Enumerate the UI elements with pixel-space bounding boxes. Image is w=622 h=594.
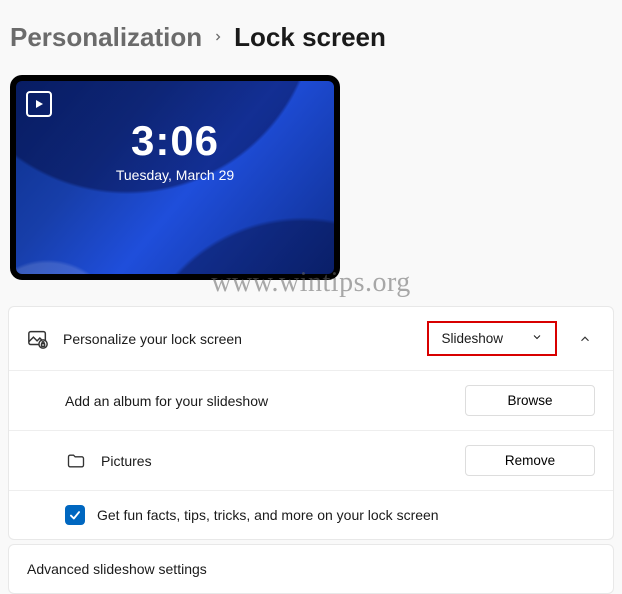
add-album-row: Add an album for your slideshow Browse (9, 370, 613, 430)
page-title: Lock screen (234, 22, 386, 53)
add-album-label: Add an album for your slideshow (65, 393, 451, 409)
lockscreen-preview[interactable]: 3:06 Tuesday, March 29 (10, 75, 340, 280)
browse-button[interactable]: Browse (465, 385, 595, 416)
advanced-slideshow-label: Advanced slideshow settings (27, 561, 595, 577)
breadcrumb-parent[interactable]: Personalization (10, 22, 202, 53)
folder-icon (65, 450, 87, 472)
breadcrumb: Personalization Lock screen (8, 8, 614, 75)
fun-facts-label: Get fun facts, tips, tricks, and more on… (97, 507, 439, 523)
slideshow-play-icon (26, 91, 52, 117)
personalize-row: Personalize your lock screen Slideshow (9, 307, 613, 370)
album-folder-row: Pictures Remove (9, 430, 613, 490)
advanced-slideshow-row[interactable]: Advanced slideshow settings (9, 545, 613, 593)
picture-lock-icon (27, 328, 49, 350)
chevron-down-icon (531, 331, 543, 346)
personalize-label: Personalize your lock screen (63, 331, 413, 347)
remove-button[interactable]: Remove (465, 445, 595, 476)
collapse-chevron-up-icon[interactable] (575, 329, 595, 349)
preview-clock: 3:06 Tuesday, March 29 (16, 117, 334, 183)
album-folder-name: Pictures (101, 453, 451, 469)
preview-date: Tuesday, March 29 (16, 167, 334, 183)
lockscreen-mode-dropdown[interactable]: Slideshow (427, 321, 557, 356)
fun-facts-row[interactable]: Get fun facts, tips, tricks, and more on… (9, 490, 613, 539)
personalize-card: Personalize your lock screen Slideshow A… (8, 306, 614, 540)
advanced-card: Advanced slideshow settings (8, 544, 614, 594)
preview-time: 3:06 (16, 117, 334, 165)
fun-facts-checkbox[interactable] (65, 505, 85, 525)
dropdown-value: Slideshow (441, 331, 503, 346)
chevron-right-icon (212, 27, 224, 48)
